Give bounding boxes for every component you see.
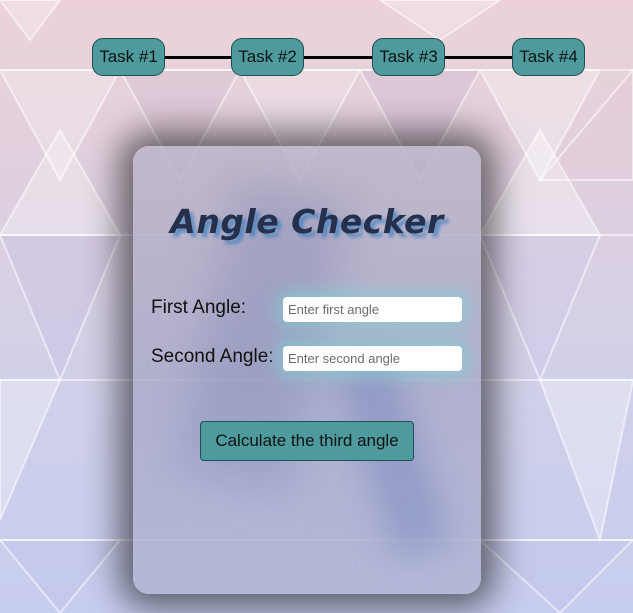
second-angle-input[interactable] [283, 346, 462, 371]
task-4-button[interactable]: Task #4 [512, 38, 585, 76]
task-1-button[interactable]: Task #1 [92, 38, 165, 76]
first-angle-label: First Angle: [151, 297, 247, 318]
page-title: Angle Checker [170, 202, 444, 241]
first-angle-input[interactable] [283, 297, 462, 322]
angle-checker-card: Angle Checker First Angle: Second Angle:… [133, 146, 481, 594]
task-connector-line [140, 56, 540, 59]
calculate-third-angle-button[interactable]: Calculate the third angle [200, 421, 414, 461]
second-angle-label: Second Angle: [151, 346, 274, 367]
task-2-button[interactable]: Task #2 [231, 38, 304, 76]
task-3-button[interactable]: Task #3 [372, 38, 445, 76]
